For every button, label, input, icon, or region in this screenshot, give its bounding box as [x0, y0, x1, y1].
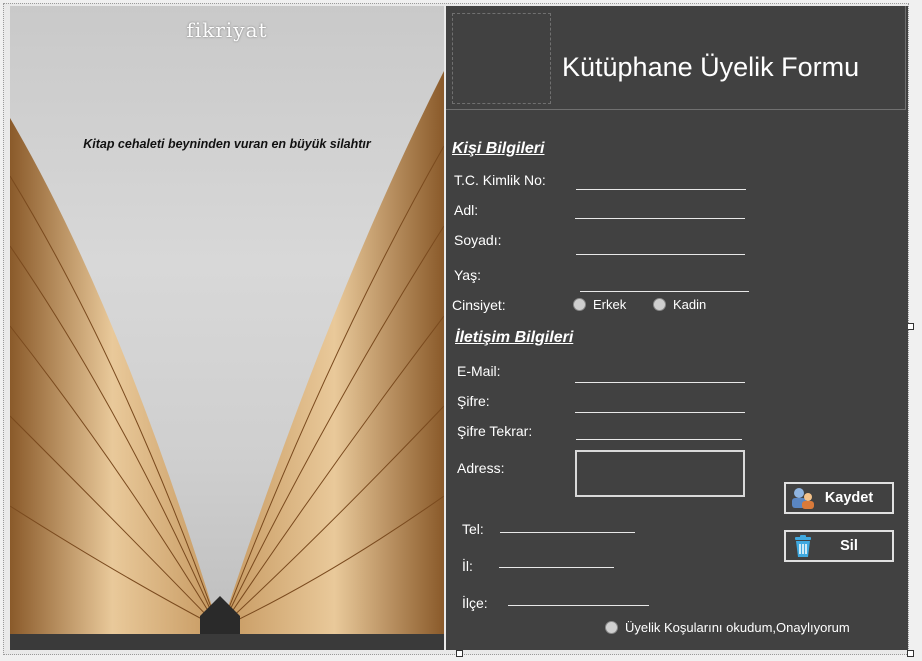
book-image-panel: fikriyat Kitap cehaleti beyninden vuran … [10, 6, 444, 650]
email-label: E-Mail: [457, 363, 501, 379]
save-button-label: Kaydet [824, 490, 874, 506]
brand-watermark: fikriyat [186, 18, 268, 42]
resize-handle-bottom[interactable] [456, 650, 463, 657]
city-label: İl: [462, 558, 473, 574]
tc-label: T.C. Kimlik No: [454, 172, 546, 188]
gender-female-label: Kadin [673, 297, 707, 312]
form-title: Kütüphane Üyelik Formu [562, 52, 860, 82]
logo-placeholder [452, 13, 551, 104]
users-icon [792, 488, 814, 509]
district-label: İlçe: [462, 595, 488, 611]
terms-radio[interactable]: Üyelik Koşularını okudum,Onaylıyorum [605, 620, 850, 635]
password-label: Şifre: [457, 393, 490, 409]
tc-input[interactable] [576, 189, 746, 190]
delete-button[interactable]: Sil [784, 530, 894, 562]
radio-circle-icon [605, 621, 618, 634]
header-divider-vertical [905, 6, 906, 110]
address-textarea[interactable] [575, 450, 745, 497]
age-label: Yaş: [454, 267, 481, 283]
phone-input[interactable] [500, 532, 635, 533]
radio-circle-icon [653, 298, 666, 311]
terms-label: Üyelik Koşularını okudum,Onaylıyorum [625, 620, 850, 635]
contact-info-heading: İletişim Bilgileri [455, 329, 574, 346]
district-input[interactable] [508, 605, 649, 606]
gender-label: Cinsiyet: [452, 297, 506, 313]
password-repeat-input[interactable] [576, 439, 742, 440]
open-book-illustration [10, 71, 444, 650]
resize-handle-right[interactable] [907, 323, 914, 330]
address-label: Adress: [457, 460, 505, 476]
membership-form-panel: Kütüphane Üyelik Formu Kişi Bilgileri T.… [446, 6, 908, 650]
password-input[interactable] [575, 412, 745, 413]
header-divider [446, 109, 906, 110]
save-button[interactable]: Kaydet [784, 482, 894, 514]
gender-male-radio[interactable]: Erkek [573, 297, 626, 312]
personal-info-heading: Kişi Bilgileri [452, 140, 545, 157]
radio-circle-icon [573, 298, 586, 311]
delete-button-label: Sil [840, 538, 858, 554]
phone-label: Tel: [462, 521, 484, 537]
name-label: Adl: [454, 202, 479, 218]
gender-female-radio[interactable]: Kadin [653, 297, 706, 312]
resize-handle-corner[interactable] [907, 650, 914, 657]
trash-icon [795, 535, 811, 557]
age-input[interactable] [580, 291, 749, 292]
password-repeat-label: Şifre Tekrar: [457, 423, 533, 439]
gender-male-label: Erkek [593, 297, 627, 312]
surname-label: Soyadı: [454, 232, 502, 248]
quote-text: Kitap cehaleti beyninden vuran en büyük … [83, 137, 371, 151]
email-input[interactable] [575, 382, 745, 383]
city-input[interactable] [499, 567, 614, 568]
name-input[interactable] [575, 218, 745, 219]
surname-input[interactable] [576, 254, 745, 255]
